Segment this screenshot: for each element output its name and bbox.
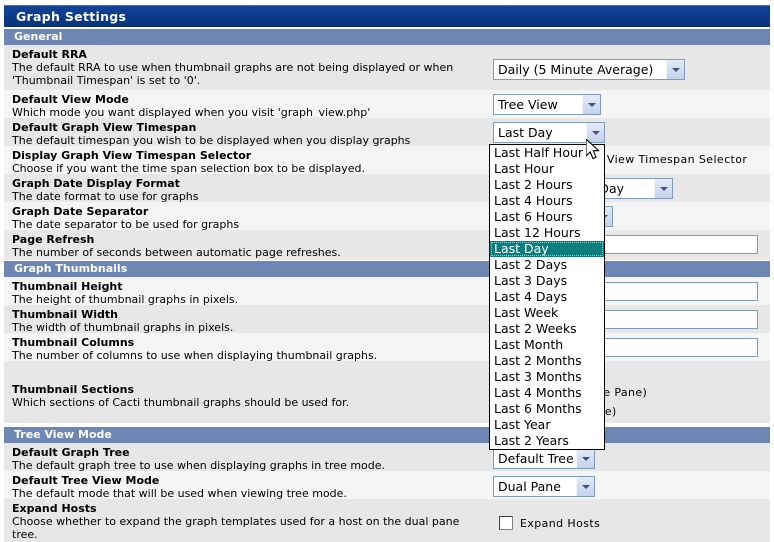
desc-default-graph-view-timespan: The default timespan you wish to be disp… bbox=[12, 134, 411, 146]
desc-thumbnail-height: The height of thumbnail graphs in pixels… bbox=[12, 293, 239, 305]
label-graph-date-display-format: Graph Date Display Format bbox=[12, 177, 180, 190]
chevron-down-icon[interactable] bbox=[666, 60, 684, 79]
label-default-view-mode: Default View Mode bbox=[12, 93, 129, 106]
section-header-graph-thumbnails-label: Graph Thumbnails bbox=[14, 262, 128, 275]
select-default-rra-value: Daily (5 Minute Average) bbox=[498, 62, 654, 77]
desc-graph-date-separator: The date separator to be used for graphs bbox=[12, 218, 240, 230]
dropdown-option[interactable]: Last 6 Hours bbox=[490, 209, 604, 225]
label-thumbnail-width: Thumbnail Width bbox=[12, 308, 118, 321]
select-default-view-mode[interactable]: Tree View bbox=[493, 94, 601, 115]
dropdown-option[interactable]: Last Day bbox=[490, 241, 604, 257]
desc-default-tree-view-mode: The default mode that will be used when … bbox=[12, 487, 347, 499]
dropdown-option[interactable]: Last 4 Hours bbox=[490, 193, 604, 209]
row-default-graph-tree: Default Graph Tree The default graph tre… bbox=[4, 443, 770, 471]
dropdown-option[interactable]: Last 6 Months bbox=[490, 401, 604, 417]
dropdown-option[interactable]: Last Year bbox=[490, 417, 604, 433]
row-graph-date-separator: Graph Date Separator The date separator … bbox=[4, 202, 770, 230]
select-default-tree-view-mode[interactable]: Dual Pane bbox=[493, 476, 595, 497]
desc-default-graph-tree: The default graph tree to use when displ… bbox=[12, 459, 386, 471]
chevron-down-icon[interactable] bbox=[654, 179, 672, 198]
select-default-tree-view-mode-value: Dual Pane bbox=[498, 479, 561, 494]
desc-display-timespan-selector: Choose if you want the time span selecti… bbox=[12, 162, 365, 174]
page-title: Graph Settings bbox=[16, 9, 127, 24]
window-title-bar: Graph Settings bbox=[4, 5, 770, 27]
label-default-graph-tree: Default Graph Tree bbox=[12, 446, 130, 459]
select-default-view-mode-value: Tree View bbox=[498, 97, 558, 112]
chevron-down-icon[interactable] bbox=[576, 477, 594, 496]
desc-thumbnail-sections: Which sections of Cacti thumbnail graphs… bbox=[12, 396, 350, 409]
select-default-graph-tree[interactable]: Default Tree bbox=[493, 448, 595, 469]
graph-settings-page: Graph Settings General Default RRA The d… bbox=[0, 0, 774, 542]
desc-graph-date-display-format: The date format to use for graphs bbox=[12, 190, 199, 202]
label-display-timespan-selector: Display Graph View Timespan Selector bbox=[12, 149, 252, 162]
dropdown-option[interactable]: Last Hour bbox=[490, 161, 604, 177]
section-header-tree-view-mode: Tree View Mode bbox=[4, 427, 770, 443]
dropdown-option[interactable]: Last 3 Days bbox=[490, 273, 604, 289]
label-default-rra: Default RRA bbox=[12, 48, 87, 61]
label-thumbnail-columns: Thumbnail Columns bbox=[12, 336, 135, 349]
label-expand-hosts: Expand Hosts bbox=[12, 502, 97, 515]
checkbox-box[interactable] bbox=[499, 516, 513, 530]
dropdown-option[interactable]: Last 2 Weeks bbox=[490, 321, 604, 337]
dropdown-option[interactable]: Last 2 Days bbox=[490, 257, 604, 273]
dropdown-option[interactable]: Last Week bbox=[490, 305, 604, 321]
checkbox-expand-hosts[interactable]: Expand Hosts bbox=[499, 516, 600, 530]
select-default-graph-view-timespan-value: Last Day bbox=[498, 125, 553, 140]
dropdown-option[interactable]: Last 3 Months bbox=[490, 369, 604, 385]
desc-thumbnail-columns: The number of columns to use when displa… bbox=[12, 349, 378, 361]
dropdown-option[interactable]: Last Month bbox=[490, 337, 604, 353]
section-header-graph-thumbnails: Graph Thumbnails bbox=[4, 261, 770, 277]
row-expand-hosts: Expand Hosts Choose whether to expand th… bbox=[4, 499, 770, 542]
label-thumbnail-sections: Thumbnail Sections bbox=[12, 383, 134, 396]
section-header-general-label: General bbox=[14, 30, 63, 43]
select-default-rra[interactable]: Daily (5 Minute Average) bbox=[493, 59, 685, 80]
section-header-tree-view-mode-label: Tree View Mode bbox=[14, 428, 112, 441]
label-default-tree-view-mode: Default Tree View Mode bbox=[12, 474, 160, 487]
checkbox-expand-hosts-label: Expand Hosts bbox=[520, 516, 601, 530]
chevron-down-icon[interactable] bbox=[576, 449, 594, 468]
chevron-down-icon[interactable] bbox=[582, 95, 600, 114]
dropdown-option[interactable]: Last 2 Years bbox=[490, 433, 604, 449]
row-thumbnail-sections: Thumbnail Sections Which sections of Cac… bbox=[4, 361, 770, 423]
dropdown-option[interactable]: Last 12 Hours bbox=[490, 225, 604, 241]
row-default-graph-view-timespan: Default Graph View Timespan The default … bbox=[4, 118, 770, 146]
dropdown-option[interactable]: Last 4 Days bbox=[490, 289, 604, 305]
desc-default-rra: The default RRA to use when thumbnail gr… bbox=[12, 61, 454, 87]
dropdown-option[interactable]: Last 2 Months bbox=[490, 353, 604, 369]
dropdown-option[interactable]: Last 2 Hours bbox=[490, 177, 604, 193]
label-default-graph-view-timespan: Default Graph View Timespan bbox=[12, 121, 197, 134]
desc-default-view-mode: Which mode you want displayed when you v… bbox=[12, 106, 371, 118]
desc-page-refresh: The number of seconds between automatic … bbox=[12, 246, 341, 259]
dropdown-list-graph-view-timespan[interactable]: Last Half Hour Last Hour Last 2 Hours Last … bbox=[489, 144, 605, 450]
label-page-refresh: Page Refresh bbox=[12, 233, 95, 246]
label-graph-date-separator: Graph Date Separator bbox=[12, 205, 149, 218]
select-default-graph-tree-value: Default Tree bbox=[498, 451, 574, 466]
label-thumbnail-height: Thumbnail Height bbox=[12, 280, 123, 293]
desc-thumbnail-width: The width of thumbnail graphs in pixels. bbox=[12, 321, 234, 333]
row-default-tree-view-mode: Default Tree View Mode The default mode … bbox=[4, 471, 770, 499]
section-header-general: General bbox=[4, 29, 770, 45]
dropdown-option[interactable]: Last 4 Months bbox=[490, 385, 604, 401]
row-default-view-mode: Default View Mode Which mode you want di… bbox=[4, 90, 770, 118]
desc-expand-hosts: Choose whether to expand the graph templ… bbox=[12, 515, 460, 541]
mouse-cursor-icon bbox=[586, 139, 600, 160]
